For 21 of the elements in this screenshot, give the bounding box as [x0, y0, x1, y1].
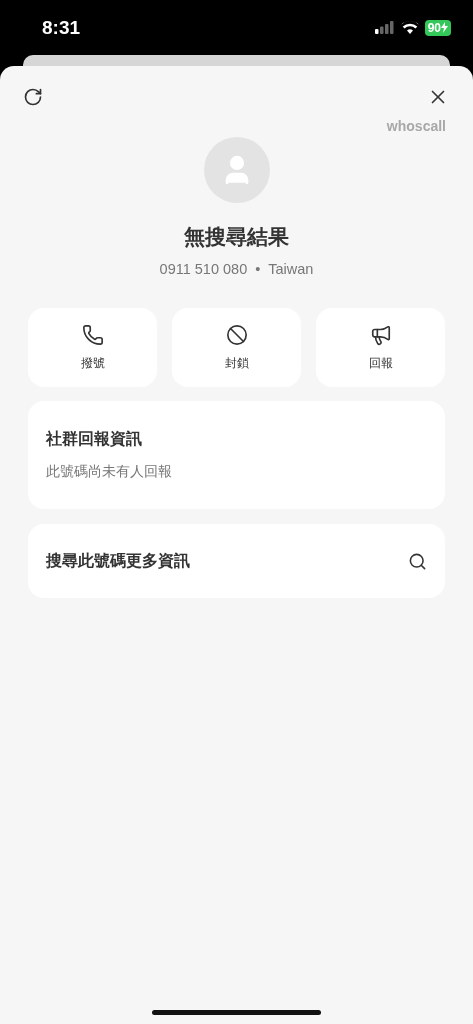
battery-level: 90 — [424, 19, 451, 36]
card-title: 社群回報資訊 — [46, 429, 143, 449]
refresh-button[interactable] — [23, 87, 43, 107]
block-icon — [225, 323, 248, 346]
status-time: 8:31 — [42, 16, 81, 39]
search-icon — [408, 551, 427, 571]
region-label: Taiwan — [268, 261, 314, 277]
wifi-icon — [400, 21, 419, 34]
report-button[interactable]: 回報 — [316, 308, 445, 387]
block-button[interactable]: 封鎖 — [172, 308, 301, 387]
search-more-button[interactable]: 搜尋此號碼更多資訊 — [28, 524, 445, 598]
phone-icon — [81, 323, 104, 346]
megaphone-icon — [369, 323, 392, 346]
bolt-icon — [441, 22, 448, 33]
brand-logo: whoscall — [386, 118, 446, 134]
call-button[interactable]: 撥號 — [28, 308, 157, 387]
signal-icon — [374, 21, 395, 34]
caller-name: 無搜尋結果 — [183, 224, 290, 250]
separator-dot: • — [255, 261, 261, 277]
phone-number: 0911 510 080 — [159, 261, 248, 277]
card-text: 此號碼尚未有人回報 — [46, 463, 173, 481]
